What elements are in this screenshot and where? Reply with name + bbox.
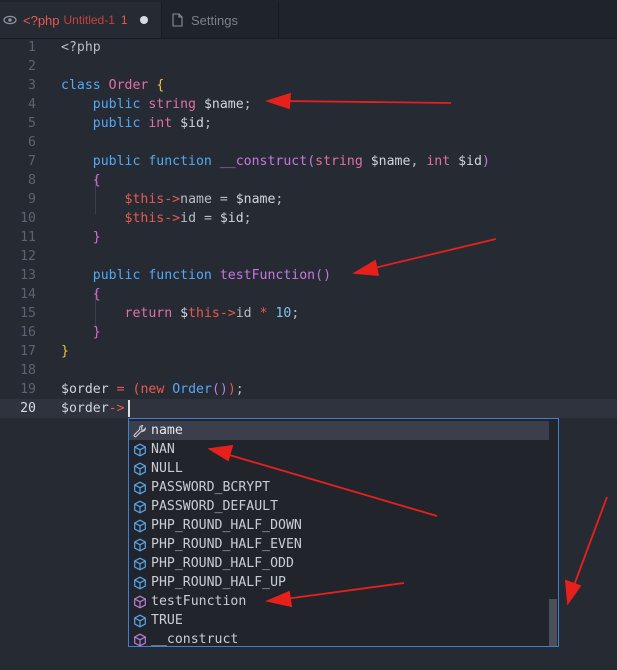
line-number: 9 [28, 192, 36, 207]
autocomplete-item[interactable]: __construct [129, 630, 549, 649]
line-number: 10 [20, 211, 36, 226]
code-line: 2 [0, 57, 617, 76]
autocomplete-item-label: PHP_ROUND_HALF_DOWN [151, 518, 302, 533]
line-number: 1 [28, 40, 36, 55]
code-line: 12 [0, 247, 617, 266]
code-line: 3 class Order { [0, 76, 617, 95]
autocomplete-item-label: testFunction [151, 594, 247, 609]
line-number: 5 [28, 116, 36, 131]
code-line: 8 { [0, 171, 617, 190]
autocomplete-item-label: name [151, 423, 183, 438]
autocomplete-item-label: TRUE [151, 613, 183, 628]
autocomplete-item[interactable]: name [129, 421, 549, 440]
line-number: 11 [20, 230, 36, 245]
code-line: 11 } [0, 228, 617, 247]
autocomplete-item[interactable]: PHP_ROUND_HALF_ODD [129, 554, 549, 573]
autocomplete-item[interactable]: NAN [129, 440, 549, 459]
preview-eye-icon [3, 15, 17, 25]
autocomplete-item[interactable]: PHP_ROUND_HALF_DOWN [129, 516, 549, 535]
constant-icon [134, 614, 146, 628]
autocomplete-item-label: __construct [151, 632, 239, 647]
line-number: 8 [28, 173, 36, 188]
wrench-icon [133, 424, 146, 438]
code-line: 9 $this->name = $name; [0, 190, 617, 209]
tab-problem-count: 1 [120, 13, 128, 27]
popup-scrollbar[interactable] [549, 599, 557, 646]
code-line: 13 public function testFunction() [0, 266, 617, 285]
method-cube-icon [134, 633, 146, 647]
constant-icon [134, 443, 146, 457]
code-line: 18 [0, 361, 617, 380]
constant-icon [134, 500, 146, 514]
autocomplete-item[interactable]: PHP_ROUND_HALF_UP [129, 573, 549, 592]
line-number: 13 [20, 268, 36, 283]
line-number: 20 [20, 401, 36, 416]
code-line: 1 <?php [0, 38, 617, 57]
code-line: 6 [0, 133, 617, 152]
constant-icon [134, 462, 146, 476]
tab-settings-label: Settings [191, 12, 238, 28]
line-number: 17 [20, 344, 36, 359]
autocomplete-item-label: PHP_ROUND_HALF_ODD [151, 556, 294, 571]
autocomplete-item-label: PASSWORD_BCRYPT [151, 480, 271, 495]
autocomplete-item-label: NULL [151, 461, 183, 476]
code-line: 17} [0, 342, 617, 361]
code-line: 16 } [0, 323, 617, 342]
constant-icon [134, 538, 146, 552]
line-number: 2 [28, 59, 36, 74]
line-number: 14 [20, 287, 36, 302]
constant-icon [134, 576, 146, 590]
constant-icon [134, 557, 146, 571]
constant-icon [134, 481, 146, 495]
autocomplete-item[interactable]: TRUE [129, 611, 549, 630]
autocomplete-item[interactable]: PASSWORD_BCRYPT [129, 478, 549, 497]
line-number: 6 [28, 135, 36, 150]
autocomplete-item[interactable]: testFunction [129, 592, 549, 611]
line-number: 4 [28, 97, 36, 112]
code-line: 5 public int $id; [0, 114, 617, 133]
line-number: 18 [20, 363, 36, 378]
autocomplete-item-label: PHP_ROUND_HALF_UP [151, 575, 286, 590]
tab-bar: <?php Untitled-1 1 Settings [0, 0, 617, 39]
line-number: 3 [28, 78, 36, 93]
code-line: 19 $order = (new Order()); [0, 380, 617, 399]
autocomplete-item-label: PASSWORD_DEFAULT [151, 499, 279, 514]
method-cube-icon [134, 595, 146, 609]
tab-file-name: Untitled-1 [63, 13, 115, 27]
file-icon [172, 13, 183, 27]
autocomplete-item-label: NAN [151, 442, 175, 457]
autocomplete-item[interactable]: PASSWORD_DEFAULT [129, 497, 549, 516]
annotation-arrow [572, 496, 608, 589]
code-line: 7 public function __construct(string $na… [0, 152, 617, 171]
autocomplete-item-label: PHP_ROUND_HALF_EVEN [151, 537, 302, 552]
tab-untitled-1[interactable]: <?php Untitled-1 1 [0, 2, 162, 38]
line-number: 7 [28, 154, 36, 169]
code-line: 10 $this->id = $id; [0, 209, 617, 228]
autocomplete-item[interactable]: PHP_ROUND_HALF_EVEN [129, 535, 549, 554]
line-number: 16 [20, 325, 36, 340]
text-cursor [128, 400, 130, 417]
unsaved-dot-icon[interactable] [139, 16, 148, 24]
code-line: 4 public string $name; [0, 95, 617, 114]
autocomplete-item[interactable]: NULL [129, 459, 549, 478]
line-number: 19 [20, 382, 36, 397]
autocomplete-popup[interactable]: name NAN NULL PASSWORD_BCRYPT PASSWORD_DEFAU… [128, 418, 559, 647]
code-line: 15 return $this->id * 10; [0, 304, 617, 323]
constant-icon [134, 519, 146, 533]
code-line-current[interactable]: 20 $order-> [0, 399, 617, 418]
annotation-arrow-head [564, 579, 582, 606]
line-number: 15 [20, 306, 36, 321]
tab-language-label: <?php [23, 12, 60, 28]
line-number: 12 [20, 249, 36, 264]
tab-settings[interactable]: Settings [162, 2, 279, 38]
code-line: 14 { [0, 285, 617, 304]
